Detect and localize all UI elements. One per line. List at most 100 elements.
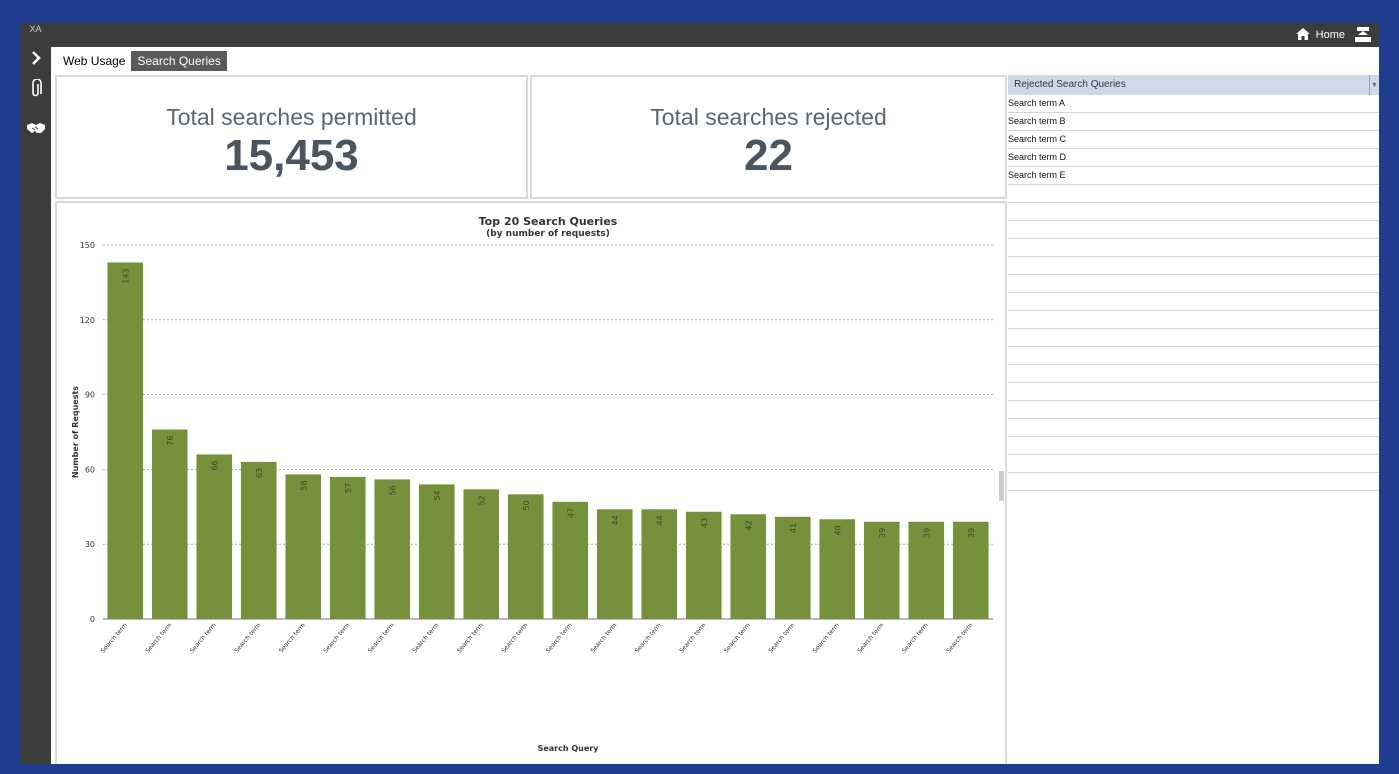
list-item-empty: [1008, 293, 1379, 311]
list-item[interactable]: Search term A: [1008, 95, 1379, 113]
handshake-icon[interactable]: [20, 121, 51, 140]
top-bar: Home: [51, 23, 1379, 47]
list-item-empty: [1008, 419, 1379, 437]
y-tick-label: 90: [85, 391, 95, 400]
chart-title: Top 20 Search Queries: [479, 215, 618, 228]
home-link[interactable]: Home: [1316, 29, 1345, 41]
chart-subtitle: (by number of requests): [486, 229, 610, 239]
list-item-empty: [1008, 347, 1379, 365]
x-tick-label: Search term: [678, 622, 707, 655]
panel-splitter[interactable]: [999, 471, 1004, 501]
data-label: 76: [166, 436, 175, 446]
x-tick-label: Search term: [634, 622, 663, 655]
kpi-permitted-value: 15,453: [224, 131, 359, 180]
x-tick-label: Search term: [278, 622, 307, 655]
bar[interactable]: [285, 474, 322, 619]
x-tick-label: Search term: [144, 622, 173, 655]
data-label: 43: [700, 518, 709, 528]
x-tick-label: Search term: [545, 622, 574, 655]
y-tick-label: 150: [80, 241, 95, 250]
bar[interactable]: [151, 429, 188, 619]
list-item-empty: [1008, 473, 1379, 491]
left-rail: XA: [20, 23, 51, 764]
x-tick-label: Search term: [456, 622, 485, 655]
x-tick-label: Search term: [411, 622, 440, 655]
x-tick-label: Search term: [945, 622, 974, 655]
y-tick-label: 0: [90, 615, 95, 624]
list-item[interactable]: Search term C: [1008, 131, 1379, 149]
bar-chart: Top 20 Search Queries(by number of reque…: [71, 215, 993, 753]
y-tick-label: 30: [85, 540, 95, 549]
list-item[interactable]: Search term E: [1008, 167, 1379, 185]
user-icon[interactable]: [1355, 26, 1371, 45]
home-icon[interactable]: [1295, 27, 1310, 43]
bar[interactable]: [463, 489, 500, 619]
bar[interactable]: [374, 479, 411, 619]
x-tick-label: Search term: [723, 622, 752, 655]
kpi-permitted-label: Total searches permitted: [166, 104, 417, 130]
x-tick-label: Search term: [322, 622, 351, 655]
data-label: 52: [477, 495, 486, 505]
bar[interactable]: [507, 494, 544, 619]
data-label: 42: [744, 520, 753, 530]
x-tick-label: Search term: [856, 622, 885, 655]
x-axis-label: Search Query: [538, 744, 600, 753]
rejected-queries-title: Rejected Search Queries: [1014, 79, 1126, 90]
data-label: 47: [566, 508, 575, 518]
y-tick-label: 120: [80, 316, 95, 325]
data-label: 39: [967, 528, 976, 538]
bar[interactable]: [107, 262, 144, 619]
list-item-empty: [1008, 185, 1379, 203]
bar[interactable]: [552, 501, 589, 619]
list-item-empty: [1008, 275, 1379, 293]
bar[interactable]: [418, 484, 455, 619]
data-label: 39: [878, 528, 887, 538]
list-item-empty: [1008, 311, 1379, 329]
y-axis-label: Number of Requests: [71, 386, 80, 478]
app-window: XA Home Web Usage Search Queries Total s…: [20, 23, 1379, 764]
paperclip-icon[interactable]: [20, 78, 51, 104]
tab-web-usage[interactable]: Web Usage: [57, 51, 132, 71]
data-label: 50: [522, 500, 531, 510]
x-tick-label: Search term: [589, 622, 618, 655]
bar[interactable]: [329, 476, 366, 619]
rejected-queries-header[interactable]: Rejected Search Queries ▾: [1008, 75, 1379, 95]
list-item-empty: [1008, 329, 1379, 347]
data-label: 44: [655, 515, 664, 525]
rejected-queries-panel: Rejected Search Queries ▾ Search term AS…: [1008, 75, 1379, 764]
bar[interactable]: [196, 454, 233, 619]
tab-search-queries[interactable]: Search Queries: [131, 51, 227, 71]
list-item-empty: [1008, 203, 1379, 221]
bar[interactable]: [240, 461, 277, 619]
data-label: 41: [789, 523, 798, 533]
app-logo-icon: XA: [29, 24, 42, 34]
data-label: 143: [121, 268, 130, 283]
rejected-queries-list: Search term A Search term B Search term CS…: [1008, 95, 1379, 491]
kpi-rejected-value: 22: [744, 131, 793, 180]
list-item-empty: [1008, 455, 1379, 473]
list-item-empty: [1008, 401, 1379, 419]
list-item-empty: [1008, 221, 1379, 239]
tab-bar: Web Usage Search Queries: [57, 51, 227, 71]
kpi-card-rejected: Total searches rejected 22: [530, 75, 1007, 199]
chevron-right-icon[interactable]: [20, 51, 51, 70]
x-tick-label: Search term: [812, 622, 841, 655]
data-label: 58: [299, 480, 308, 490]
data-label: 44: [611, 515, 620, 525]
dropdown-arrow-icon[interactable]: ▾: [1369, 75, 1379, 95]
chart-panel: Top 20 Search Queries (by number of reque…: [55, 201, 1007, 764]
data-label: 56: [388, 485, 397, 495]
list-item-empty: [1008, 365, 1379, 383]
home-area: Home: [1295, 23, 1371, 47]
data-label: 39: [922, 528, 931, 538]
list-item-empty: [1008, 257, 1379, 275]
x-tick-label: Search term: [901, 622, 930, 655]
x-tick-label: Search term: [367, 622, 396, 655]
list-item-empty: [1008, 239, 1379, 257]
list-item[interactable]: Search term B: [1008, 113, 1379, 131]
x-tick-label: Search term: [500, 622, 529, 655]
x-tick-label: Search term: [100, 622, 129, 655]
x-tick-label: Search term: [767, 622, 796, 655]
list-item-empty: [1008, 437, 1379, 455]
list-item[interactable]: Search term D: [1008, 149, 1379, 167]
